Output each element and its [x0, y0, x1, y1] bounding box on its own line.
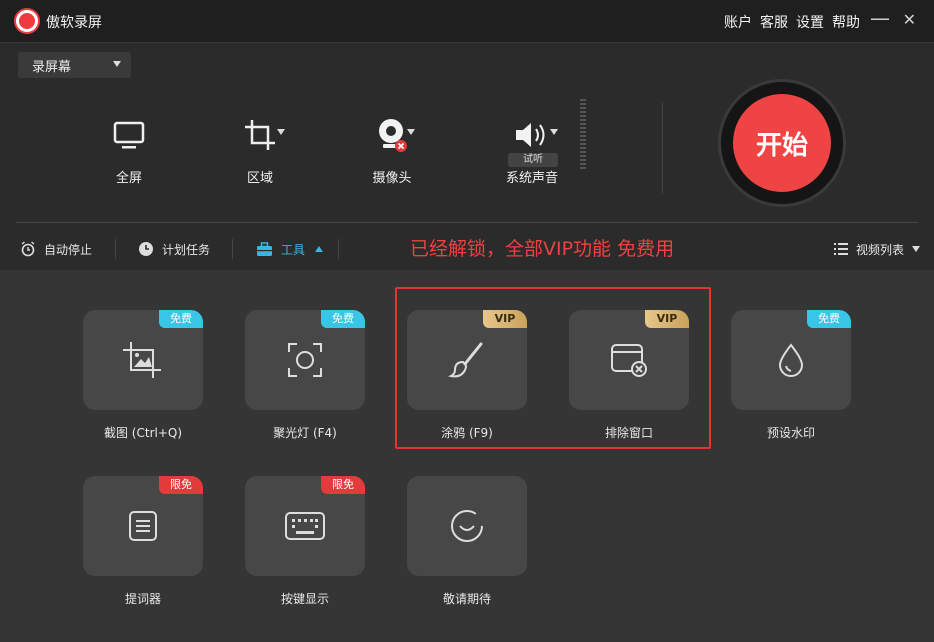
limited-free-badge: 限免: [321, 476, 365, 494]
tool-name: 排除窗口: [604, 426, 653, 440]
promo-text: 已经解锁，全部VIP功能 免费用: [410, 238, 675, 260]
video-list-button[interactable]: 视频列表: [834, 235, 921, 263]
tools-panel: 免费 截图 (Ctrl+Q) 免费 聚光灯 (F4) VIP 涂鸦 (F9) V…: [0, 270, 934, 642]
auto-stop-button[interactable]: 自动停止: [20, 235, 92, 263]
auto-stop-label: 自动停止: [44, 242, 93, 257]
chevron-down-icon: [113, 61, 121, 67]
divider: [338, 239, 339, 259]
start-button[interactable]: 开始: [733, 94, 831, 192]
chevron-down-icon[interactable]: [407, 129, 415, 135]
alarm-clock-icon: [21, 241, 35, 257]
record-mode-dropdown[interactable]: 录屏幕: [18, 52, 131, 78]
bottom-toolbar: 自动停止 计划任务 工具 已经解锁，全部VIP功能 免费用 视频列表: [0, 235, 934, 265]
divider: [232, 239, 233, 259]
recording-panel: 录屏幕 全屏 区域 摄像头 系统声音 试听 开始 自动停止 计划任务 工具 已经…: [0, 42, 934, 270]
tool-name: 敬请期待: [442, 592, 491, 606]
tool-card[interactable]: 免费: [245, 310, 365, 410]
free-badge: 免费: [159, 310, 203, 328]
clock-icon: [139, 242, 153, 256]
record-mode-label: 录屏幕: [32, 59, 72, 75]
divider: [115, 239, 116, 259]
tool-name: 预设水印: [766, 426, 815, 440]
free-badge: 免费: [807, 310, 851, 328]
tool-card[interactable]: 限免: [83, 476, 203, 576]
monitor-icon: [74, 113, 184, 157]
app-logo-icon: [16, 10, 38, 32]
tool-exclude-window[interactable]: VIP 排除窗口: [568, 310, 690, 441]
source-region-label: 区域: [246, 171, 273, 186]
tool-doodle[interactable]: VIP 涂鸦 (F9): [406, 310, 528, 441]
chevron-up-icon: [315, 246, 324, 252]
tool-screenshot[interactable]: 免费 截图 (Ctrl+Q): [82, 310, 204, 441]
schedule-task-button[interactable]: 计划任务: [138, 235, 210, 263]
tool-name: 按键显示: [280, 592, 329, 606]
source-fullscreen[interactable]: 全屏: [74, 113, 184, 186]
teleprompter-icon: [129, 511, 157, 541]
menu-support[interactable]: 客服: [760, 12, 788, 32]
webcam-icon: [337, 113, 447, 157]
spotlight-icon: [288, 343, 322, 377]
tool-card[interactable]: 限免: [245, 476, 365, 576]
close-button[interactable]: ✕: [903, 10, 916, 29]
source-region[interactable]: 区域: [205, 113, 315, 186]
tool-key-display[interactable]: 限免 按键显示: [244, 476, 366, 607]
menu-help[interactable]: 帮助: [832, 12, 860, 32]
vip-badge: VIP: [483, 310, 527, 328]
keyboard-icon: [285, 512, 325, 540]
tool-card[interactable]: VIP: [407, 310, 527, 410]
start-button-ring: 开始: [718, 79, 846, 207]
screenshot-icon: [123, 342, 161, 378]
menu-settings[interactable]: 设置: [796, 12, 824, 32]
minimize-button[interactable]: —: [870, 6, 890, 30]
chevron-down-icon[interactable]: [277, 129, 285, 135]
exclude-window-icon: [611, 344, 647, 377]
tool-card[interactable]: VIP: [569, 310, 689, 410]
brush-icon: [447, 342, 483, 378]
tool-spotlight[interactable]: 免费 聚光灯 (F4): [244, 310, 366, 441]
tool-card[interactable]: 免费: [731, 310, 851, 410]
tools-tab[interactable]: 工具: [256, 235, 324, 263]
tool-card[interactable]: 免费: [83, 310, 203, 410]
chevron-down-icon: [912, 246, 921, 252]
title-bar: 傲软录屏 账户 客服 设置 帮助 — ✕: [0, 0, 934, 42]
divider: [16, 222, 918, 223]
video-list-label: 视频列表: [856, 242, 905, 257]
chevron-down-icon[interactable]: [550, 129, 558, 135]
top-menu: 账户 客服 设置 帮助: [724, 12, 860, 32]
audio-trial-button[interactable]: 试听: [508, 153, 558, 167]
menu-account[interactable]: 账户: [724, 12, 752, 32]
source-webcam[interactable]: 摄像头: [337, 113, 447, 186]
audio-level-meter: [580, 99, 586, 171]
tool-name: 涂鸦 (F9): [441, 426, 493, 440]
crop-region-icon: [205, 113, 315, 157]
source-system-audio-label: 系统声音: [505, 171, 558, 186]
tool-name: 聚光灯 (F4): [273, 426, 337, 440]
tool-card[interactable]: [407, 476, 527, 576]
list-icon: [834, 243, 848, 255]
tool-name: 提词器: [124, 592, 161, 606]
divider: [662, 103, 663, 193]
source-system-audio[interactable]: 系统声音: [477, 113, 587, 186]
tool-watermark[interactable]: 免费 预设水印: [730, 310, 852, 441]
coming-soon-icon: [451, 510, 483, 542]
limited-free-badge: 限免: [159, 476, 203, 494]
source-fullscreen-label: 全屏: [115, 171, 142, 186]
tools-label: 工具: [281, 242, 306, 257]
tool-name: 截图 (Ctrl+Q): [103, 426, 183, 440]
source-webcam-label: 摄像头: [372, 171, 412, 186]
app-title: 傲软录屏: [46, 15, 102, 31]
speaker-icon: [477, 113, 587, 157]
toolbox-icon: [257, 241, 272, 256]
schedule-task-label: 计划任务: [162, 242, 211, 257]
free-badge: 免费: [321, 310, 365, 328]
tool-teleprompter[interactable]: 限免 提词器: [82, 476, 204, 607]
watermark-drop-icon: [778, 343, 804, 377]
vip-badge: VIP: [645, 310, 689, 328]
tool-coming-soon[interactable]: 敬请期待: [406, 476, 528, 607]
